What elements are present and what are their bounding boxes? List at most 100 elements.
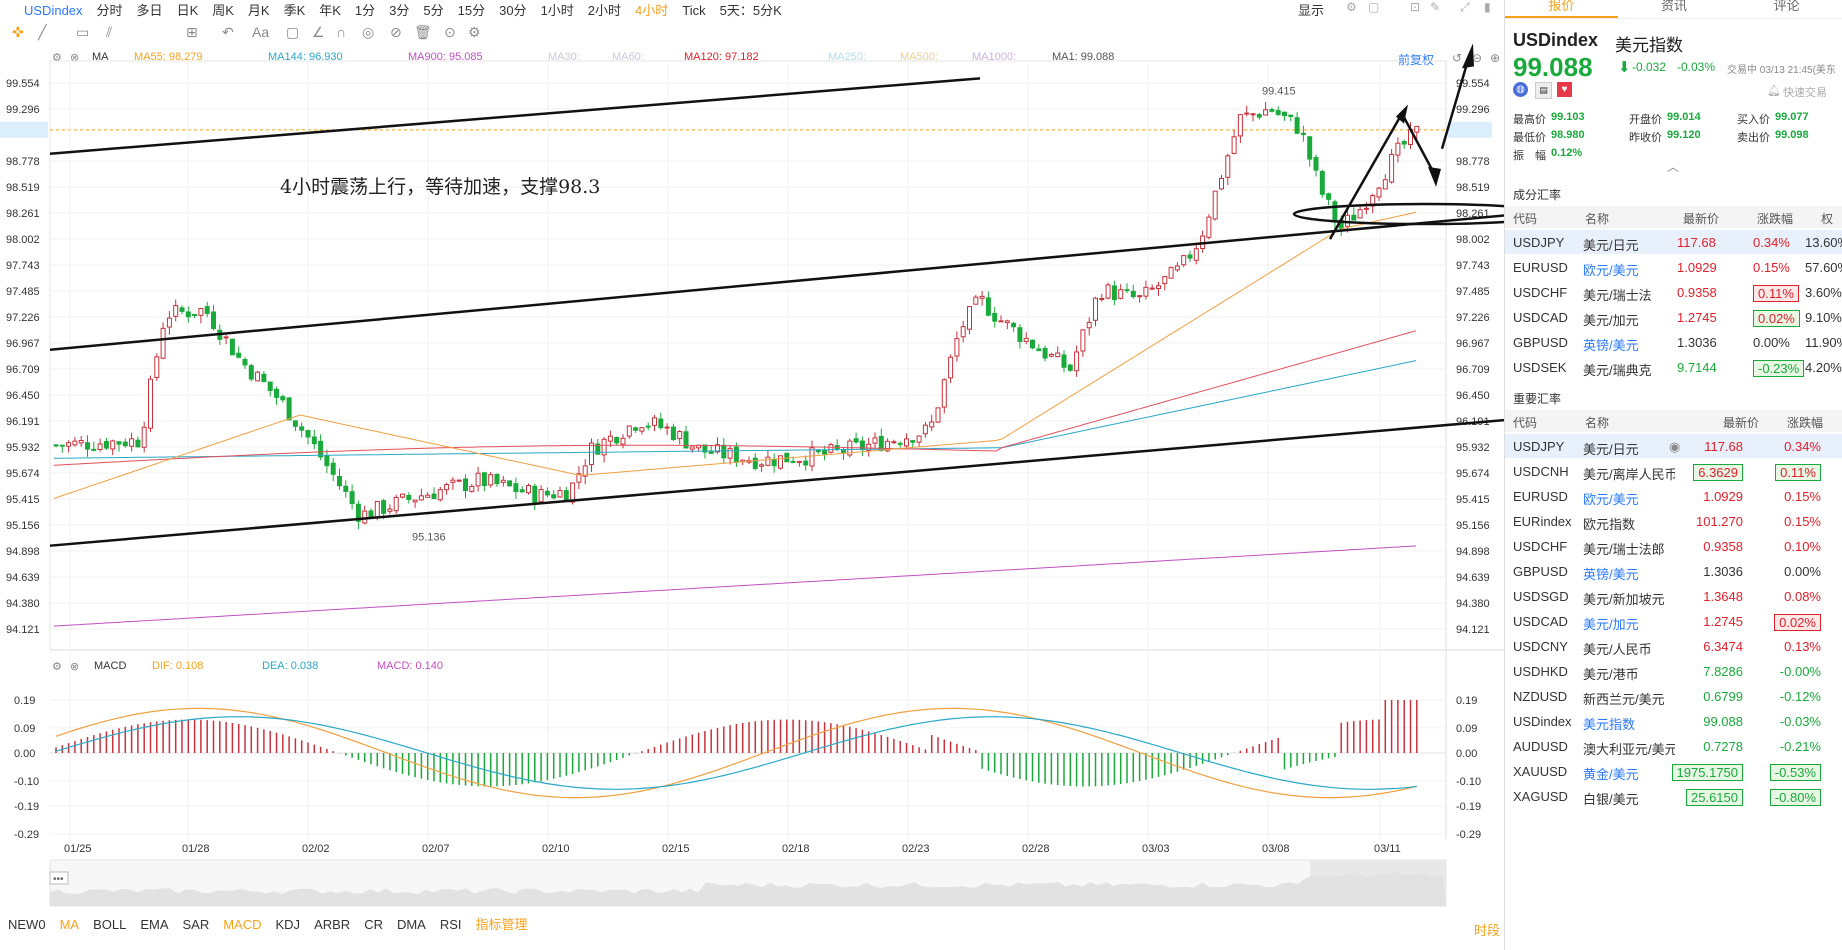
display-menu[interactable]: 显示 xyxy=(1298,0,1324,19)
period-14[interactable]: 4小时 xyxy=(635,0,668,19)
column-header[interactable]: 最新价 xyxy=(1723,414,1759,431)
panel-tab[interactable]: 报价 xyxy=(1505,0,1618,18)
component-row[interactable]: USDJPY 美元/日元 117.68 0.34% 13.60% xyxy=(1505,230,1842,254)
period-16[interactable]: 5天：5分K xyxy=(720,0,782,19)
line-icon[interactable]: ╱ xyxy=(38,24,46,41)
major-row[interactable]: XAUUSD 黄金/美元 1975.1750 -0.53% xyxy=(1505,759,1842,783)
major-row[interactable]: USDJPY 美元/日元 117.68 0.34% ◉ xyxy=(1505,434,1842,458)
shape-icon[interactable]: ▭ xyxy=(76,24,89,41)
period-15[interactable]: Tick xyxy=(682,3,705,18)
collapse-icon[interactable]: ︿ xyxy=(1667,158,1679,175)
period-8[interactable]: 3分 xyxy=(389,0,409,19)
major-row[interactable]: GBPUSD 英镑/美元 1.3036 0.00% xyxy=(1505,559,1842,583)
major-row[interactable]: USDHKD 美元/港币 7.8286 -0.00% xyxy=(1505,659,1842,683)
component-row[interactable]: USDCHF 美元/瑞士法 0.9358 0.11% 3.60% xyxy=(1505,280,1842,304)
component-row[interactable]: USDSEK 美元/瑞典克 9.7144 -0.23% 4.20% xyxy=(1505,355,1842,379)
symbol-label[interactable]: USDindex xyxy=(24,3,83,18)
eye-icon[interactable]: ◉ xyxy=(1669,439,1680,455)
time-navigator[interactable]: ••• xyxy=(49,859,1447,907)
book-icon[interactable]: ▤ xyxy=(1535,82,1552,99)
column-header[interactable]: 涨跌幅 xyxy=(1787,414,1823,431)
indicator-tab[interactable]: SAR xyxy=(182,917,209,932)
period-2[interactable]: 日K xyxy=(177,0,199,19)
indicator-tab[interactable]: 指标管理 xyxy=(476,914,528,933)
crosshair-icon[interactable]: ✜ xyxy=(12,24,24,41)
reset-icon[interactable]: ↺ xyxy=(1452,51,1462,65)
major-row[interactable]: USDCNH 美元/离岸人民币 6.3629 0.11% xyxy=(1505,459,1842,483)
settings-icon[interactable]: ⚙ xyxy=(52,660,62,673)
period-0[interactable]: 分时 xyxy=(97,0,123,19)
heart-icon[interactable]: ♥ xyxy=(1557,82,1572,97)
period-4[interactable]: 月K xyxy=(248,0,270,19)
indicator-tab[interactable]: EMA xyxy=(140,917,168,932)
major-row[interactable]: USDCHF 美元/瑞士法郎 0.9358 0.10% xyxy=(1505,534,1842,558)
lock-icon[interactable]: ◎ xyxy=(362,24,374,41)
camera-icon[interactable]: ⊡ xyxy=(1410,0,1420,14)
period-7[interactable]: 1分 xyxy=(355,0,375,19)
zoom-out-icon[interactable]: ⊖ xyxy=(1472,51,1482,65)
panel-tab[interactable]: 评论 xyxy=(1730,0,1842,18)
ruler-icon[interactable]: ∠ xyxy=(312,24,325,41)
period-5[interactable]: 季K xyxy=(284,0,306,19)
major-row[interactable]: USDindex 美元指数 99.088 -0.03% xyxy=(1505,709,1842,733)
period-11[interactable]: 30分 xyxy=(499,0,526,19)
panel-tab[interactable]: 资讯 xyxy=(1618,0,1731,18)
major-row[interactable]: AUDUSD 澳大利亚元/美元 0.7278 -0.21% xyxy=(1505,734,1842,758)
indicator-tab[interactable]: KDJ xyxy=(276,917,301,932)
major-row[interactable]: NZDUSD 新西兰元/美元 0.6799 -0.12% xyxy=(1505,684,1842,708)
major-row[interactable]: XAGUSD 白银/美元 25.6150 -0.80% xyxy=(1505,784,1842,808)
macd-name[interactable]: MACD xyxy=(94,660,126,672)
settings-icon[interactable]: ⚙ xyxy=(468,24,481,41)
major-row[interactable]: USDCNY 美元/人民币 6.3474 0.13% xyxy=(1505,634,1842,658)
major-row[interactable]: EURUSD 欧元/美元 1.0929 0.15% xyxy=(1505,484,1842,508)
bell-icon[interactable]: 🔔︎ xyxy=(1767,84,1781,97)
indicator-tab[interactable]: ARBR xyxy=(314,917,350,932)
hide-icon[interactable]: ⊘ xyxy=(390,24,402,41)
fib-icon[interactable]: ⫽ xyxy=(106,24,112,41)
window-icon[interactable]: ▢ xyxy=(1368,0,1379,14)
major-row[interactable]: EURindex 欧元指数 101.270 0.15% xyxy=(1505,509,1842,533)
link-icon[interactable]: ⊙ xyxy=(444,24,456,41)
gear-icon[interactable]: ⚙ xyxy=(1346,0,1357,14)
major-row[interactable]: USDCAD 美元/加元 1.2745 0.02% xyxy=(1505,609,1842,633)
pen-icon[interactable]: ✎ xyxy=(1430,0,1440,14)
quick-trade[interactable]: 快速交易 xyxy=(1783,84,1827,100)
globe-icon[interactable]: ◍ xyxy=(1513,82,1528,97)
note-icon[interactable]: ▢ xyxy=(286,24,299,41)
period-10[interactable]: 15分 xyxy=(458,0,485,19)
column-header[interactable]: 代码 xyxy=(1513,414,1537,431)
session-button[interactable]: 时段 xyxy=(1474,920,1500,939)
period-3[interactable]: 周K xyxy=(212,0,234,19)
component-row[interactable]: GBPUSD 英镑/美元 1.3036 0.00% 11.90% xyxy=(1505,330,1842,354)
trash-icon[interactable]: 🗑︎ xyxy=(414,24,432,41)
zoom-in-icon[interactable]: ⊕ xyxy=(1490,51,1500,65)
indicator-tab[interactable]: DMA xyxy=(397,917,426,932)
period-9[interactable]: 5分 xyxy=(423,0,443,19)
major-row[interactable]: USDSGD 美元/新加坡元 1.3648 0.08% xyxy=(1505,584,1842,608)
component-row[interactable]: EURUSD 欧元/美元 1.0929 0.15% 57.60% xyxy=(1505,255,1842,279)
popout-icon[interactable]: ▮ xyxy=(1484,0,1491,14)
indicator-tab[interactable]: MA xyxy=(60,917,80,932)
close-icon[interactable]: ⊗ xyxy=(70,660,79,673)
period-13[interactable]: 2小时 xyxy=(588,0,621,19)
period-12[interactable]: 1小时 xyxy=(541,0,574,19)
indicator-tab[interactable]: CR xyxy=(364,917,383,932)
column-header[interactable]: 名称 xyxy=(1585,210,1609,227)
column-header[interactable]: 代码 xyxy=(1513,210,1537,227)
indicator-tab[interactable]: NEW0 xyxy=(8,917,46,932)
arrow-icon[interactable]: ↶ xyxy=(222,24,234,41)
column-header[interactable]: 名称 xyxy=(1585,414,1609,431)
text-icon[interactable]: Aa xyxy=(252,24,269,40)
period-6[interactable]: 年K xyxy=(319,0,341,19)
indicator-tab[interactable]: MACD xyxy=(223,917,261,932)
indicator-tab[interactable]: RSI xyxy=(440,917,462,932)
period-1[interactable]: 多日 xyxy=(137,0,163,19)
column-header[interactable]: 最新价 xyxy=(1683,210,1719,227)
indicator-tab[interactable]: BOLL xyxy=(93,917,126,932)
magnet-icon[interactable]: ∩ xyxy=(336,24,346,40)
measure-icon[interactable]: ⊞ xyxy=(186,24,198,41)
fullscreen-icon[interactable]: ⤢ xyxy=(1460,0,1470,15)
price-chart[interactable]: 99.55499.55499.29699.29699.08899.08898.7… xyxy=(0,44,1504,914)
component-row[interactable]: USDCAD 美元/加元 1.2745 0.02% 9.10% xyxy=(1505,305,1842,329)
column-header[interactable]: 涨跌幅 xyxy=(1757,210,1793,227)
